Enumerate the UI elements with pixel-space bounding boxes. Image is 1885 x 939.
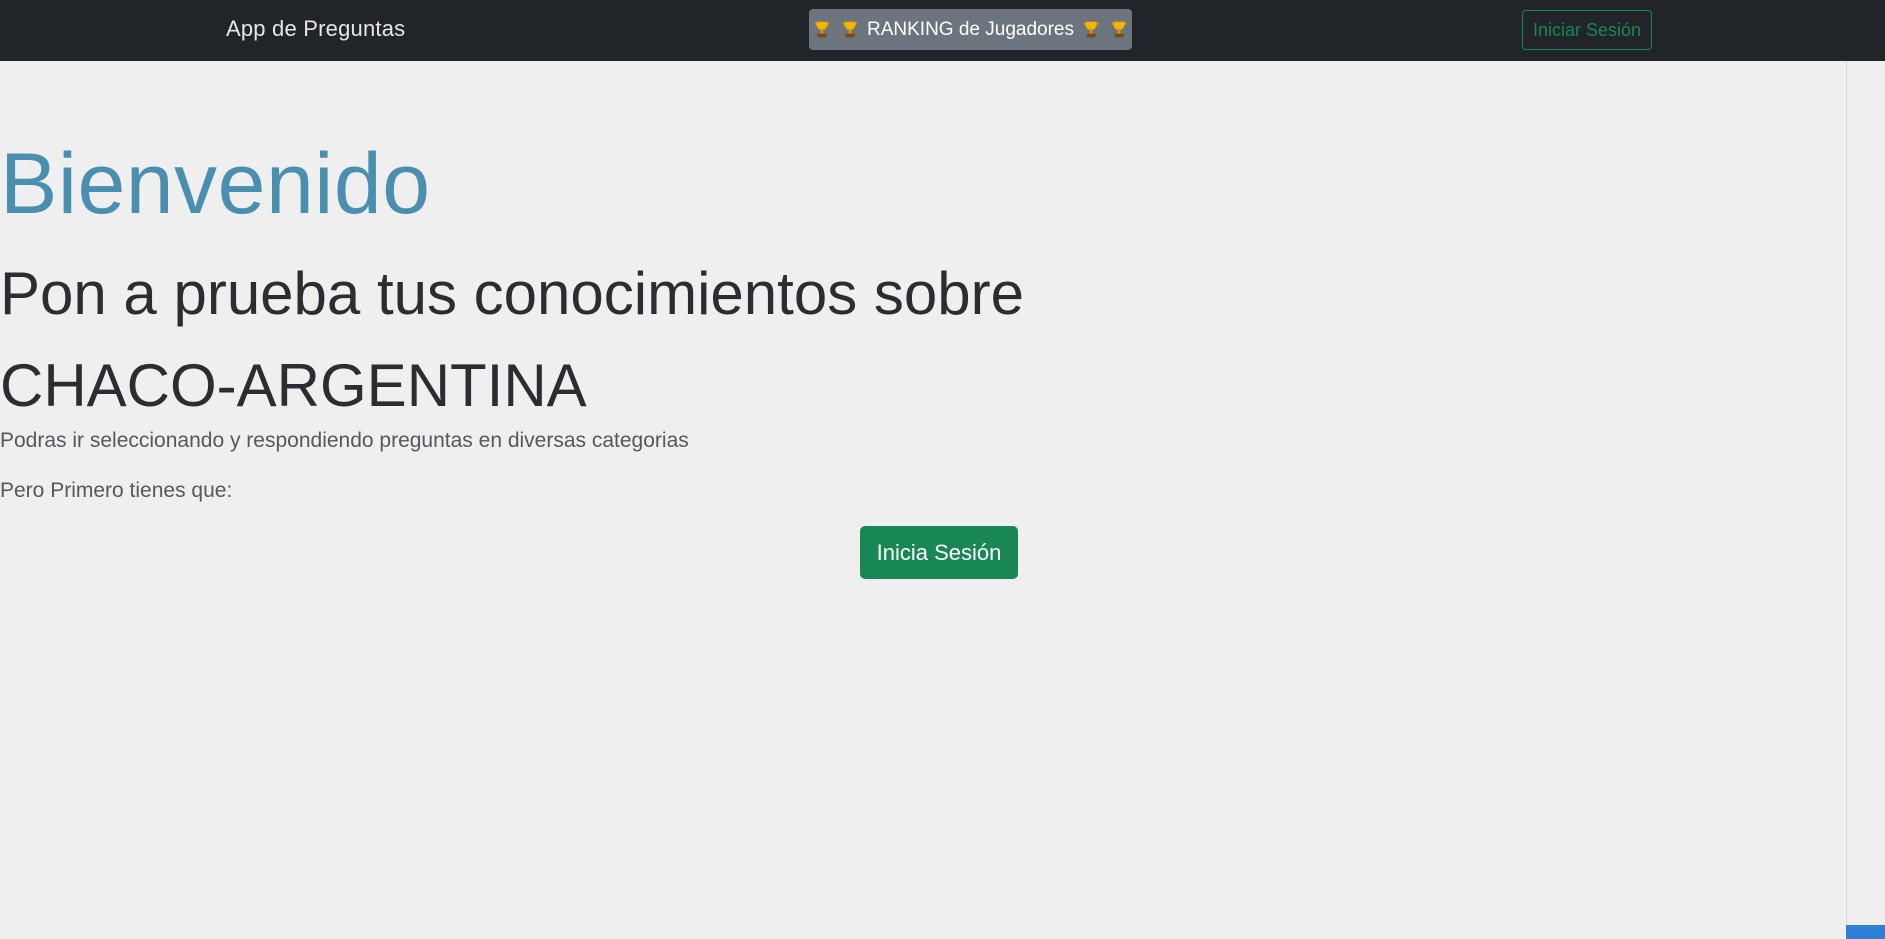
app-brand[interactable]: App de Preguntas (226, 16, 405, 42)
trophy-icon (842, 21, 858, 37)
description-text: Podras ir seleccionando y respondiendo p… (0, 429, 689, 452)
ranking-button[interactable]: RANKING de Jugadores (809, 9, 1132, 50)
login-prompt-text: Pero Primero tienes que: (0, 479, 233, 502)
subtitle-line-1: Pon a prueba tus conocimientos sobre (0, 260, 1024, 327)
trophy-icon (1083, 21, 1099, 37)
trophy-icon (814, 21, 830, 37)
window-edge-accent (1846, 925, 1885, 939)
trophy-icon (1111, 21, 1127, 37)
ranking-label: RANKING de Jugadores (867, 18, 1074, 40)
login-button-navbar[interactable]: Iniciar Sesión (1522, 10, 1652, 50)
page-subtitle: Pon a prueba tus conocimientos sobre CHA… (0, 248, 1885, 432)
subtitle-line-2: CHACO-ARGENTINA (0, 352, 587, 419)
page-title: Bienvenido (0, 136, 431, 232)
top-navbar: App de Preguntas RANKING de Jugadores In… (0, 0, 1885, 61)
page-scrollbar[interactable] (1846, 61, 1885, 939)
login-button-main[interactable]: Inicia Sesión (860, 526, 1018, 579)
scrollbar-divider (1846, 61, 1847, 939)
